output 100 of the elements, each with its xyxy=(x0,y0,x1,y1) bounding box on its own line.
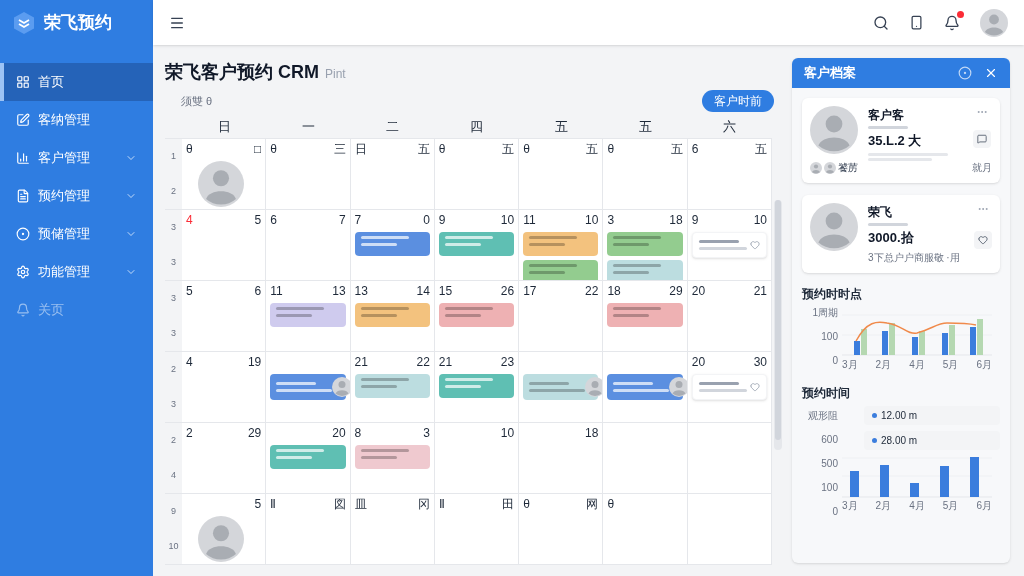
day-cell[interactable]: 3 18 xyxy=(603,210,688,281)
day-cell[interactable]: 20 21 xyxy=(687,281,772,352)
nav-item[interactable]: 预约管理 xyxy=(0,177,153,215)
day-cell[interactable]: 皿 冈 xyxy=(350,494,435,565)
day-cell[interactable]: 20 xyxy=(266,423,351,494)
day-cell[interactable]: θ □ xyxy=(182,139,267,210)
nav-item[interactable]: 客户管理 xyxy=(0,139,153,177)
day-cell[interactable]: θ xyxy=(603,494,688,565)
day-cell[interactable]: 6 五 xyxy=(687,139,772,210)
day-number: 7 xyxy=(354,212,362,228)
event-card[interactable] xyxy=(523,374,599,400)
nav-item[interactable]: 预储管理 xyxy=(0,215,153,253)
day-cell[interactable]: 日 五 xyxy=(350,139,435,210)
day-cell[interactable]: 10 xyxy=(434,423,520,494)
heart-icon[interactable] xyxy=(978,234,988,245)
event-card[interactable] xyxy=(438,374,515,398)
event-card[interactable] xyxy=(354,374,430,398)
day-cell[interactable]: 17 22 xyxy=(519,281,604,352)
pin-icon[interactable] xyxy=(958,66,972,80)
day-cell[interactable]: 9 10 xyxy=(687,210,772,281)
day-cell[interactable]: 21 22 xyxy=(350,352,435,423)
event-card[interactable] xyxy=(607,232,683,256)
event-card[interactable] xyxy=(607,260,683,280)
event-card[interactable] xyxy=(270,445,346,469)
event-card[interactable] xyxy=(354,232,430,256)
axis-label: 100 xyxy=(821,330,838,343)
day-cell[interactable]: 4 5 xyxy=(182,210,267,281)
day-cell[interactable]: 7 0 xyxy=(350,210,435,281)
event-card[interactable] xyxy=(523,232,599,256)
nav-item[interactable]: 客纳管理 xyxy=(0,101,153,139)
day-cell[interactable]: 18 29 xyxy=(603,281,688,352)
bell-icon[interactable] xyxy=(944,14,960,31)
event-card[interactable] xyxy=(270,303,346,327)
day-cell[interactable]: 11 13 xyxy=(266,281,351,352)
day-cell[interactable]: 6 7 xyxy=(266,210,351,281)
customer-card[interactable]: 荣飞 3000.拾 3下总户户商服敬 ·用 xyxy=(802,195,1000,273)
day-number: 10 xyxy=(753,212,767,228)
day-cell[interactable]: 18 xyxy=(519,423,604,494)
day-cell[interactable]: 21 23 xyxy=(434,352,520,423)
day-cell[interactable]: 2 29 xyxy=(182,423,267,494)
day-cell[interactable] xyxy=(519,352,604,423)
event-card[interactable] xyxy=(354,303,430,327)
day-number: 29 xyxy=(669,283,683,299)
event-card[interactable] xyxy=(691,232,767,258)
day-cell[interactable] xyxy=(687,494,772,565)
nav-item[interactable]: 功能管理 xyxy=(0,253,153,291)
day-number: 17 xyxy=(523,283,537,299)
day-number: 五 xyxy=(670,141,683,157)
day-cell[interactable]: 15 26 xyxy=(434,281,520,352)
day-cell[interactable] xyxy=(687,423,772,494)
day-cell[interactable]: 20 30 xyxy=(687,352,772,423)
nav-icon xyxy=(16,75,30,89)
day-number: 6 xyxy=(270,212,277,228)
day-cell[interactable]: 11 10 xyxy=(519,210,604,281)
day-cell[interactable]: 5 xyxy=(182,494,267,565)
close-icon[interactable] xyxy=(984,66,998,80)
day-cell[interactable]: θ 五 xyxy=(603,139,688,210)
heart-icon[interactable] xyxy=(750,240,760,250)
day-cell[interactable] xyxy=(603,352,688,423)
axis-label: 3月 xyxy=(842,357,858,372)
event-card[interactable] xyxy=(523,260,599,280)
day-number: 5 xyxy=(186,283,193,299)
event-card[interactable] xyxy=(438,232,515,256)
row-label: 3 xyxy=(171,397,176,411)
day-number: 30 xyxy=(753,354,767,370)
nav-item[interactable]: 首页 xyxy=(0,63,153,101)
day-cell[interactable]: 5 6 xyxy=(182,281,267,352)
customer-card[interactable]: 饕苈 客户客 35.L.2 大 就月 xyxy=(802,98,1000,183)
day-cell[interactable]: 9 10 xyxy=(434,210,520,281)
event-card[interactable] xyxy=(691,374,767,400)
day-cell[interactable] xyxy=(603,423,688,494)
message-icon[interactable] xyxy=(977,134,987,144)
event-card[interactable] xyxy=(354,445,430,469)
day-cell[interactable]: 4 19 xyxy=(182,352,267,423)
customer-action[interactable]: 就月 xyxy=(972,160,992,175)
day-number: 21 xyxy=(354,354,368,370)
row-label: 1 xyxy=(171,149,176,163)
day-cell[interactable]: Ⅱ 図 xyxy=(266,494,351,565)
day-cell[interactable]: θ 三 xyxy=(266,139,351,210)
day-cell[interactable]: θ 网 xyxy=(519,494,604,565)
day-cell[interactable]: 8 3 xyxy=(350,423,435,494)
weekday-header: 五 xyxy=(638,118,654,137)
day-number: 五 xyxy=(502,141,515,157)
day-cell[interactable]: 13 14 xyxy=(350,281,435,352)
search-icon[interactable] xyxy=(873,14,889,31)
event-card[interactable] xyxy=(607,303,683,327)
day-cell[interactable]: θ 五 xyxy=(519,139,604,210)
day-cell[interactable]: Ⅱ 田 xyxy=(434,494,520,565)
day-cell[interactable]: θ 五 xyxy=(434,139,520,210)
weekday-header: 五 xyxy=(553,118,569,137)
customer-button[interactable]: 客户时前 xyxy=(702,90,774,112)
heart-icon[interactable] xyxy=(750,382,760,392)
event-card[interactable] xyxy=(438,303,515,327)
day-number: □ xyxy=(254,141,262,157)
day-number: 20 xyxy=(332,425,346,441)
phone-icon[interactable] xyxy=(909,15,924,30)
scrollbar-thumb[interactable] xyxy=(775,200,781,440)
axis-label: 1周期 xyxy=(812,306,838,319)
day-cell[interactable] xyxy=(266,352,351,423)
customer-tag: 饕苈 xyxy=(838,160,858,175)
